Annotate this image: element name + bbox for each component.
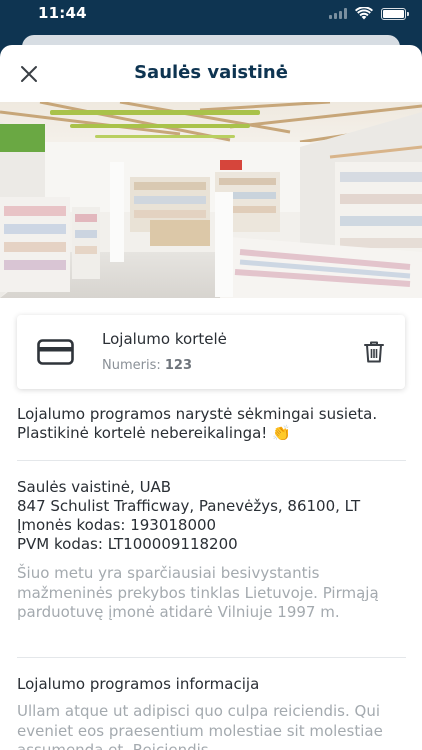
battery-icon (381, 7, 409, 20)
divider (17, 657, 406, 658)
company-address: 847 Schulist Trafficway, Panevėžys, 8610… (17, 497, 361, 515)
sheet-header: Saulės vaistinė (0, 45, 422, 102)
trash-icon (364, 341, 384, 363)
company-code: Įmonės kodas: 193018000 (17, 516, 217, 534)
company-description: Šiuo metu yra sparčiausiai besivystantis… (17, 564, 379, 621)
card-title: Lojalumo kortelė (102, 330, 227, 348)
card-number-label: Numeris: (102, 358, 161, 373)
page-title: Saulės vaistinė (134, 62, 288, 83)
wifi-icon (355, 7, 373, 20)
delete-card-button[interactable] (363, 340, 385, 364)
loyalty-card[interactable]: Lojalumo kortelė Numeris: 123 (17, 315, 405, 389)
company-info: Saulės vaistinė, UAB 847 Schulist Traffi… (17, 478, 409, 554)
company-vat-code: PVM kodas: LT100009118200 (17, 535, 238, 553)
divider (17, 460, 406, 461)
card-number: Numeris: 123 (102, 358, 192, 373)
loyalty-info-text: Ullam atque ut adipisci quo culpa reicie… (17, 702, 383, 750)
credit-card-icon (37, 339, 74, 365)
cellular-signal-icon (329, 8, 347, 19)
status-icons (329, 7, 409, 20)
status-bar: 11:44 (0, 0, 422, 30)
store-photo (0, 102, 422, 298)
status-time: 11:44 (38, 4, 87, 22)
company-name: Saulės vaistinė, UAB (17, 478, 172, 496)
card-number-value: 123 (164, 358, 193, 373)
store-detail-sheet: Saulės vaistinė Lojalumo kortelė Numeris… (0, 45, 422, 750)
loyalty-success-message: Lojalumo programos narystė sėkmingai sus… (17, 405, 378, 442)
loyalty-info-heading: Lojalumo programos informacija (17, 675, 260, 693)
